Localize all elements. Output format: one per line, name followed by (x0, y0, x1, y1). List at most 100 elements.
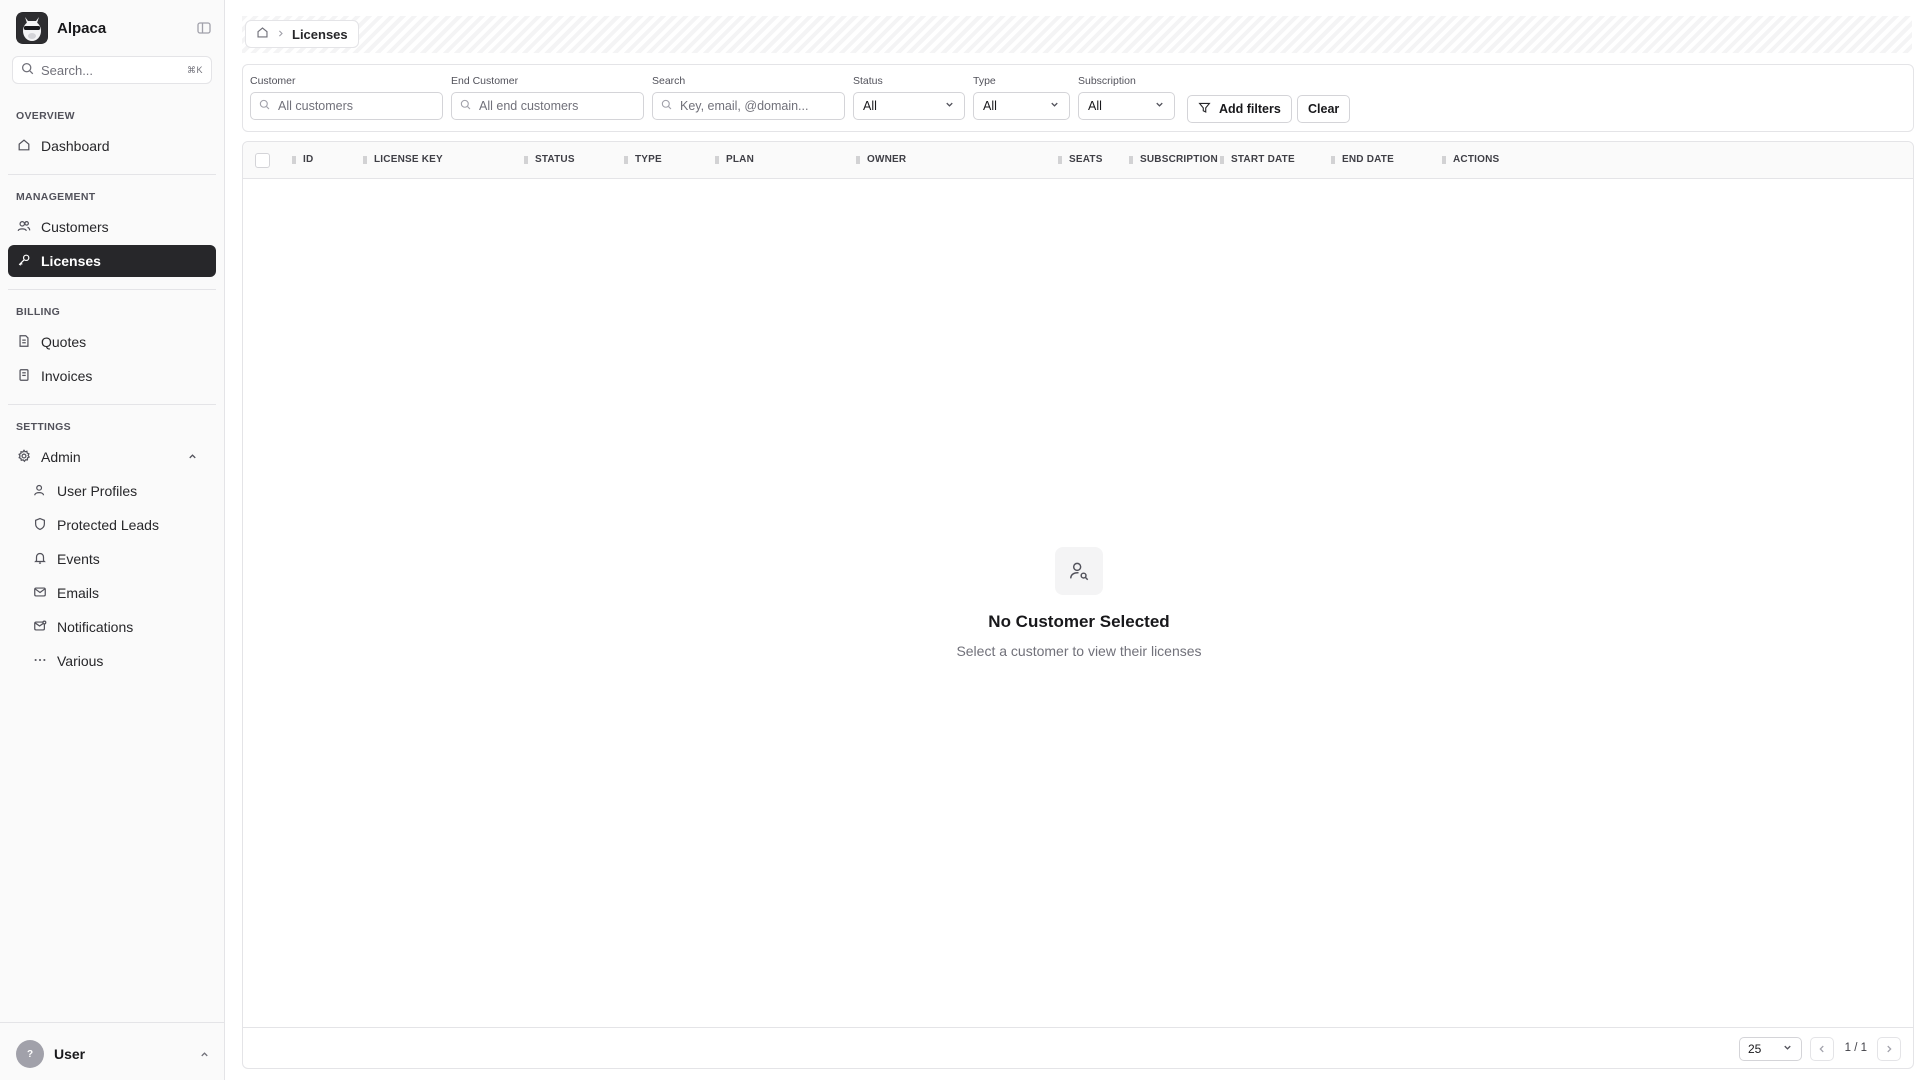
mail-notification-icon (33, 619, 47, 636)
sidebar-search-input[interactable]: Search... ⌘K (12, 56, 212, 84)
customer-filter: Customer All customers (250, 75, 443, 120)
sidebar-item-dashboard[interactable]: Dashboard (8, 130, 216, 162)
document-icon (17, 334, 31, 351)
search-placeholder: Key, email, @domain... (680, 99, 809, 113)
add-filters-button[interactable]: Add filters (1187, 95, 1292, 123)
chevron-left-icon (1817, 1042, 1827, 1057)
home-icon[interactable] (256, 26, 269, 42)
sidebar-toggle-icon[interactable] (196, 20, 212, 36)
sidebar-item-customers[interactable]: Customers (8, 211, 216, 243)
chevron-right-icon (1884, 1042, 1894, 1057)
alpaca-logo (16, 12, 48, 44)
column-label: OWNER (867, 154, 907, 165)
divider (8, 174, 216, 175)
sidebar-item-licenses[interactable]: Licenses (8, 245, 216, 277)
sidebar-item-label: Protected Leads (57, 517, 159, 533)
sidebar-item-emails[interactable]: Emails (24, 577, 216, 609)
subscription-select[interactable]: All (1078, 92, 1175, 120)
search-shortcut: ⌘K (186, 64, 203, 75)
sidebar-item-label: User Profiles (57, 483, 138, 499)
column-header-start-date[interactable]: START DATE (1220, 154, 1295, 165)
column-header-status[interactable]: STATUS (524, 154, 575, 165)
user-name: User (54, 1046, 86, 1062)
filter-label: End Customer (451, 75, 519, 87)
column-header-seats[interactable]: SEATS (1058, 154, 1103, 165)
brand[interactable]: Alpaca (16, 12, 212, 44)
drag-handle-icon[interactable] (292, 155, 296, 164)
sidebar-item-events[interactable]: Events (24, 543, 216, 575)
column-header-plan[interactable]: PLAN (715, 154, 754, 165)
sidebar-item-label: Invoices (41, 368, 93, 384)
column-header-license-key[interactable]: LICENSE KEY (363, 154, 443, 165)
user-search-icon (1055, 547, 1103, 595)
license-search-input[interactable]: Key, email, @domain... (652, 92, 845, 120)
column-label: STATUS (535, 154, 575, 165)
column-header-owner[interactable]: OWNER (856, 154, 906, 165)
filter-label: Status (853, 75, 883, 87)
sidebar-item-notifications[interactable]: Notifications (24, 611, 216, 643)
breadcrumb: Licenses (245, 20, 359, 48)
next-page-button[interactable] (1877, 1037, 1901, 1061)
status-value: All (863, 99, 877, 113)
section-overview: OVERVIEW (16, 110, 75, 122)
filter-label: Customer (250, 75, 296, 87)
previous-page-button[interactable] (1810, 1037, 1834, 1061)
end-customer-filter: End Customer All end customers (451, 75, 644, 120)
column-label: START DATE (1231, 154, 1295, 165)
column-header-actions[interactable]: ACTIONS (1442, 154, 1499, 165)
column-label: SEATS (1069, 154, 1103, 165)
drag-handle-icon[interactable] (1129, 155, 1133, 164)
shield-icon (33, 517, 47, 534)
divider (8, 404, 216, 405)
empty-state-subtitle: Select a customer to view their licenses (956, 643, 1202, 659)
bell-icon (33, 551, 47, 568)
users-icon (17, 219, 31, 236)
column-header-subscription[interactable]: SUBSCRIPTION (1129, 154, 1218, 165)
drag-handle-icon[interactable] (624, 155, 628, 164)
table-header: ID LICENSE KEY STATUS TYPE PLAN OWNER SE… (243, 142, 1913, 179)
end-customer-combobox[interactable]: All end customers (451, 92, 644, 120)
column-header-id[interactable]: ID (292, 154, 313, 165)
drag-handle-icon[interactable] (1220, 155, 1224, 164)
user-icon (33, 483, 47, 500)
sidebar-item-quotes[interactable]: Quotes (8, 326, 216, 358)
clear-button[interactable]: Clear (1297, 95, 1351, 123)
chevron-down-icon (1154, 99, 1165, 113)
chevron-down-icon (1782, 1042, 1793, 1056)
section-billing: BILLING (16, 306, 61, 318)
status-select[interactable]: All (853, 92, 965, 120)
column-header-end-date[interactable]: END DATE (1331, 154, 1394, 165)
sidebar: Alpaca Search... ⌘K OVERVIEW Dashboard M… (0, 0, 225, 1080)
user-menu[interactable]: ? User (16, 1040, 212, 1068)
end-customer-placeholder: All end customers (479, 99, 579, 113)
gear-icon (17, 448, 31, 466)
mail-icon (33, 585, 47, 602)
sidebar-item-label: Admin (41, 449, 81, 465)
drag-handle-icon[interactable] (363, 155, 367, 164)
section-settings: SETTINGS (16, 421, 71, 433)
sidebar-item-label: Notifications (57, 619, 134, 635)
select-all-checkbox[interactable] (255, 153, 270, 168)
drag-handle-icon[interactable] (1331, 155, 1335, 164)
customer-placeholder: All customers (278, 99, 354, 113)
column-header-type[interactable]: TYPE (624, 154, 662, 165)
drag-handle-icon[interactable] (715, 155, 719, 164)
avatar: ? (16, 1040, 44, 1068)
drag-handle-icon[interactable] (1058, 155, 1062, 164)
drag-handle-icon[interactable] (856, 155, 860, 164)
filter-bar: Customer All customers End Customer All … (242, 64, 1914, 132)
type-select[interactable]: All (973, 92, 1070, 120)
sidebar-item-invoices[interactable]: Invoices (8, 360, 216, 392)
sidebar-item-protected-leads[interactable]: Protected Leads (24, 509, 216, 541)
sidebar-item-user-profiles[interactable]: User Profiles (24, 475, 216, 507)
home-icon (17, 138, 31, 155)
sidebar-item-admin[interactable]: Admin (8, 441, 216, 473)
drag-handle-icon[interactable] (1442, 155, 1446, 164)
divider (8, 289, 216, 290)
app-name: Alpaca (57, 19, 107, 37)
chevron-up-icon (199, 1048, 210, 1063)
page-size-select[interactable]: 25 (1739, 1037, 1802, 1061)
sidebar-item-various[interactable]: Various (24, 645, 216, 677)
drag-handle-icon[interactable] (524, 155, 528, 164)
customer-combobox[interactable]: All customers (250, 92, 443, 120)
